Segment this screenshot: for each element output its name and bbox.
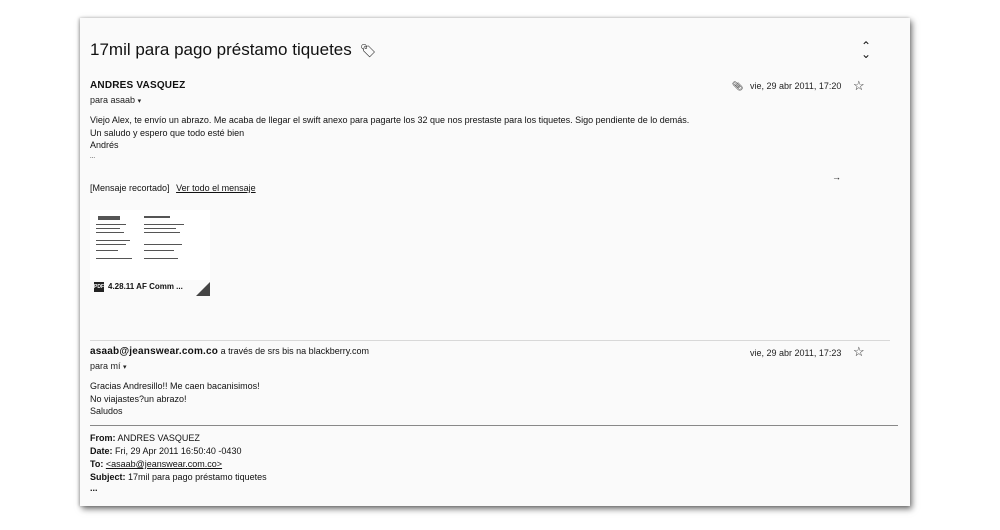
arrow-right-icon: →: [832, 172, 841, 182]
clipped-notice: [Mensaje recortado] Ver todo el mensaje: [90, 182, 256, 195]
attachment-card[interactable]: PDF 4.28.11 AF Comm ...: [90, 210, 220, 305]
body-line: Gracias Andresillo!! Me caen bacanisimos…: [90, 381, 260, 391]
message1-to: para asaab: [90, 95, 136, 105]
body-line: Un saludo y espero que todo esté bien: [90, 127, 245, 138]
body-line: Viejo Alex, te envío un abrazo. Me acaba…: [90, 115, 690, 125]
fwd-from: From: ANDRES VASQUEZ: [90, 433, 200, 443]
message1-date: vie, 29 abr 2011, 17:20: [750, 81, 842, 91]
message2-body: Gracias Andresillo!! Me caen bacanisimos…: [90, 380, 260, 418]
chevron-down-icon[interactable]: ▾: [138, 98, 142, 105]
fwd-to-email-link[interactable]: <asaab@jeanswear.com.co>: [106, 459, 222, 469]
message2-to: para mí: [90, 361, 121, 371]
message1-body: Viejo Alex, te envío un abrazo. Me acaba…: [90, 114, 689, 162]
message2-header: asaab@jeanswear.com.co a través de srs b…: [90, 346, 369, 357]
clipped-label: [Mensaje recortado]: [90, 183, 170, 193]
subject-text: 17mil para pago préstamo tiquetes: [90, 40, 352, 59]
attachment-thumbnail: [90, 210, 210, 280]
message2-via: a través de: [220, 346, 266, 356]
message2-recipients[interactable]: para mí ▾: [90, 361, 127, 371]
star-icon[interactable]: ☆: [853, 344, 865, 360]
fwd-date: Date: Fri, 29 Apr 2011 16:50:40 -0430: [90, 446, 242, 456]
email-thread-printout: 17mil para pago préstamo tiquetes 🏷︎ ⌃ ⌄ A…: [80, 18, 910, 506]
forwarded-header: From: ANDRES VASQUEZ Date: Fri, 29 Apr 2…: [90, 432, 267, 493]
thread-subject: 17mil para pago préstamo tiquetes 🏷︎: [90, 40, 376, 60]
attachment-name: 4.28.11 AF Comm ...: [108, 282, 183, 292]
corner-fold: [196, 282, 210, 296]
pdf-icon: PDF: [94, 282, 104, 292]
message1-sender: ANDRES VASQUEZ: [90, 80, 186, 91]
message2-sender: asaab@jeanswear.com.co: [90, 346, 219, 357]
body-line: ...: [90, 153, 96, 160]
fwd-subject: Subject: 17mil para pago préstamo tiquet…: [90, 472, 267, 482]
message-divider: [90, 340, 890, 341]
attachment-clip-icon: 📎︎: [732, 81, 744, 91]
show-trimmed-content-button[interactable]: ...: [90, 484, 267, 493]
message1-recipients[interactable]: para asaab ▾: [90, 95, 141, 105]
body-line: No viajastes?un abrazo!: [90, 393, 187, 404]
star-icon[interactable]: ☆: [853, 78, 865, 94]
quoted-divider: [90, 425, 898, 426]
view-full-message-link[interactable]: Ver todo el mensaje: [176, 183, 256, 193]
attachment-footer: PDF 4.28.11 AF Comm ...: [94, 282, 183, 292]
message2-via-domain: srs bis na blackberry.com: [267, 346, 370, 356]
body-line: Andrés: [90, 140, 119, 150]
chevron-down-icon[interactable]: ▾: [123, 364, 127, 371]
label-arrow-icon[interactable]: 🏷︎: [360, 43, 377, 59]
message2-date: vie, 29 abr 2011, 17:23: [750, 348, 842, 358]
fwd-to: To: <asaab@jeanswear.com.co>: [90, 459, 223, 469]
expand-collapse-icon[interactable]: ⌃ ⌄: [860, 40, 872, 60]
body-line: Saludos: [90, 406, 123, 416]
